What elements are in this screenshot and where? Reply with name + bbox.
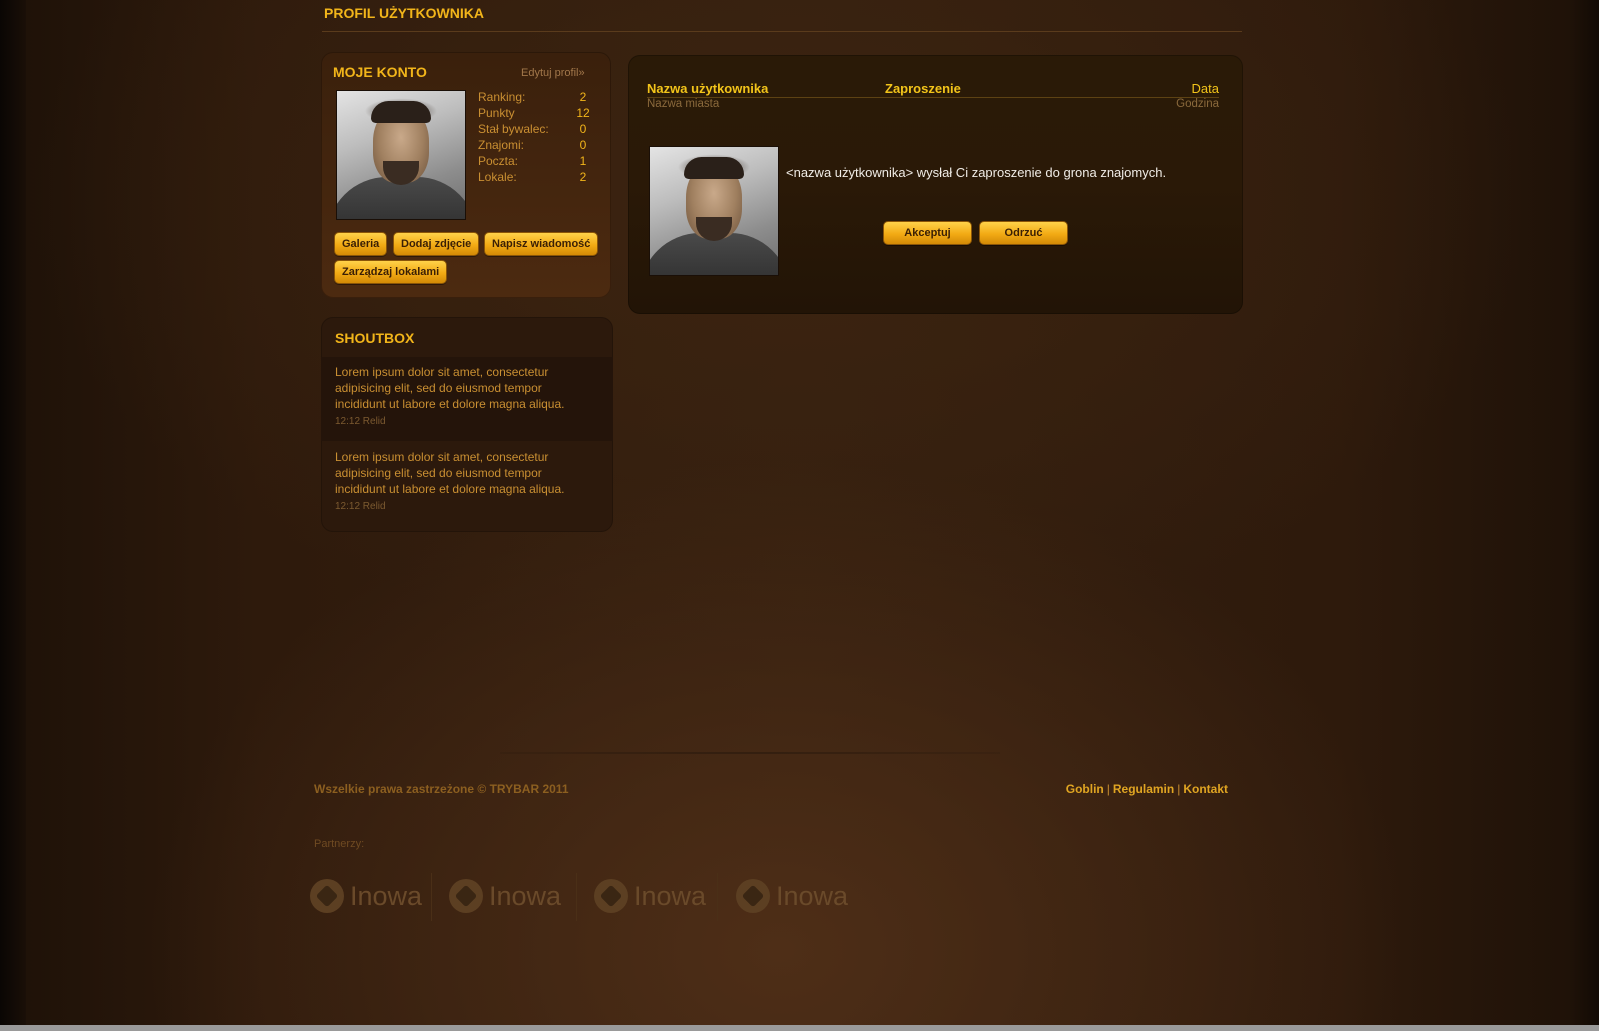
bottom-bar — [0, 1025, 1599, 1031]
partner-logo[interactable]: Inowa — [736, 875, 848, 917]
partner-logo[interactable]: Inowa — [310, 875, 422, 917]
footer-links: Goblin | Regulamin | Kontakt — [1066, 782, 1228, 796]
separator: | — [1177, 782, 1181, 796]
shout-text: Lorem ipsum dolor sit amet, consectetur … — [335, 365, 565, 411]
partner-name: Inowa — [350, 880, 423, 911]
partner-logo-icon — [736, 879, 770, 913]
stat-row-friends: Znajomi: 0 — [478, 137, 598, 153]
partner-logo-icon — [310, 879, 344, 913]
account-panel: MOJE KONTO Edytuj profil» Ranking: 2 Pun… — [321, 52, 611, 298]
header-divider — [647, 97, 1219, 98]
partners-label: Partnerzy: — [314, 838, 365, 850]
partner-name: Inowa — [776, 880, 849, 911]
shout-item: Lorem ipsum dolor sit amet, consectetur … — [321, 441, 613, 525]
shoutbox-title: SHOUTBOX — [335, 330, 415, 346]
partner-logo-icon — [449, 879, 483, 913]
page-title: PROFIL UŻYTKOWNIKA — [324, 5, 484, 21]
partner-separator — [576, 873, 577, 921]
accept-button[interactable]: Akceptuj — [883, 221, 972, 245]
invitation-panel: Nazwa użytkownika Zaproszenie Data Nazwa… — [628, 55, 1243, 314]
shout-item: Lorem ipsum dolor sit amet, consectetur … — [321, 357, 613, 441]
partner-separator — [431, 873, 432, 921]
column-date: Data — [1191, 81, 1219, 96]
stat-value: 1 — [579, 154, 587, 168]
footer-link-contact[interactable]: Kontakt — [1183, 782, 1228, 796]
shout-text: Lorem ipsum dolor sit amet, consectetur … — [335, 450, 565, 496]
shoutbox-panel: SHOUTBOX Lorem ipsum dolor sit amet, con… — [321, 317, 613, 532]
column-invitation: Zaproszenie — [885, 81, 961, 96]
stat-value: 0 — [579, 122, 587, 136]
stat-label: Poczta: — [478, 154, 519, 168]
stat-value: 2 — [579, 90, 587, 104]
city-name: Nazwa miasta — [647, 98, 720, 110]
column-user-name: Nazwa użytkownika — [647, 81, 769, 96]
stat-row-ranking: Ranking: 2 — [478, 89, 598, 105]
add-photo-button[interactable]: Dodaj zdjęcie — [393, 232, 480, 256]
account-title: MOJE KONTO — [333, 64, 427, 80]
header-divider — [322, 31, 1242, 32]
footer-divider — [500, 752, 1000, 754]
invitation-message: <nazwa użytkownika> wysłał Ci zaproszeni… — [786, 165, 1167, 180]
reject-button[interactable]: Odrzuć — [979, 221, 1068, 245]
partner-logo[interactable]: Inowa — [449, 875, 561, 917]
shout-meta: 12:12 Relid — [335, 416, 386, 427]
stat-row-regular: Stał bywalec: 0 — [478, 121, 598, 137]
left-edge-shadow — [0, 0, 26, 1026]
partner-name: Inowa — [634, 880, 707, 911]
partner-logo[interactable]: Inowa — [594, 875, 706, 917]
stat-row-points: Punkty 12 — [478, 105, 598, 121]
stat-label: Znajomi: — [478, 138, 525, 152]
shout-meta: 12:12 Relid — [335, 501, 386, 512]
partner-name: Inowa — [489, 880, 562, 911]
manage-venues-button[interactable]: Zarządzaj lokalami — [334, 260, 448, 284]
stat-label: Punkty — [478, 106, 515, 120]
separator: | — [1106, 782, 1110, 796]
inviter-avatar — [649, 146, 779, 276]
stat-value: 2 — [579, 170, 587, 184]
account-stats: Ranking: 2 Punkty 12 Stał bywalec: 0 Zna… — [478, 89, 598, 185]
copyright: Wszelkie prawa zastrzeżone © TRYBAR 2011 — [314, 782, 569, 796]
footer-link-goblin[interactable]: Goblin — [1066, 782, 1104, 796]
stat-value: 0 — [579, 138, 587, 152]
stat-row-venues: Lokale: 2 — [478, 169, 598, 185]
stat-row-mail: Poczta: 1 — [478, 153, 598, 169]
footer-link-terms[interactable]: Regulamin — [1113, 782, 1174, 796]
user-avatar — [336, 90, 466, 220]
partner-logo-icon — [594, 879, 628, 913]
stat-label: Lokale: — [478, 170, 517, 184]
time: Godzina — [1176, 98, 1219, 110]
partner-separator — [717, 873, 718, 921]
edit-profile-link[interactable]: Edytuj profil» — [521, 67, 585, 79]
stat-value: 12 — [576, 106, 590, 120]
stat-label: Stał bywalec: — [478, 122, 549, 136]
stat-label: Ranking: — [478, 90, 526, 104]
write-message-button[interactable]: Napisz wiadomość — [484, 232, 599, 256]
gallery-button[interactable]: Galeria — [334, 232, 388, 256]
